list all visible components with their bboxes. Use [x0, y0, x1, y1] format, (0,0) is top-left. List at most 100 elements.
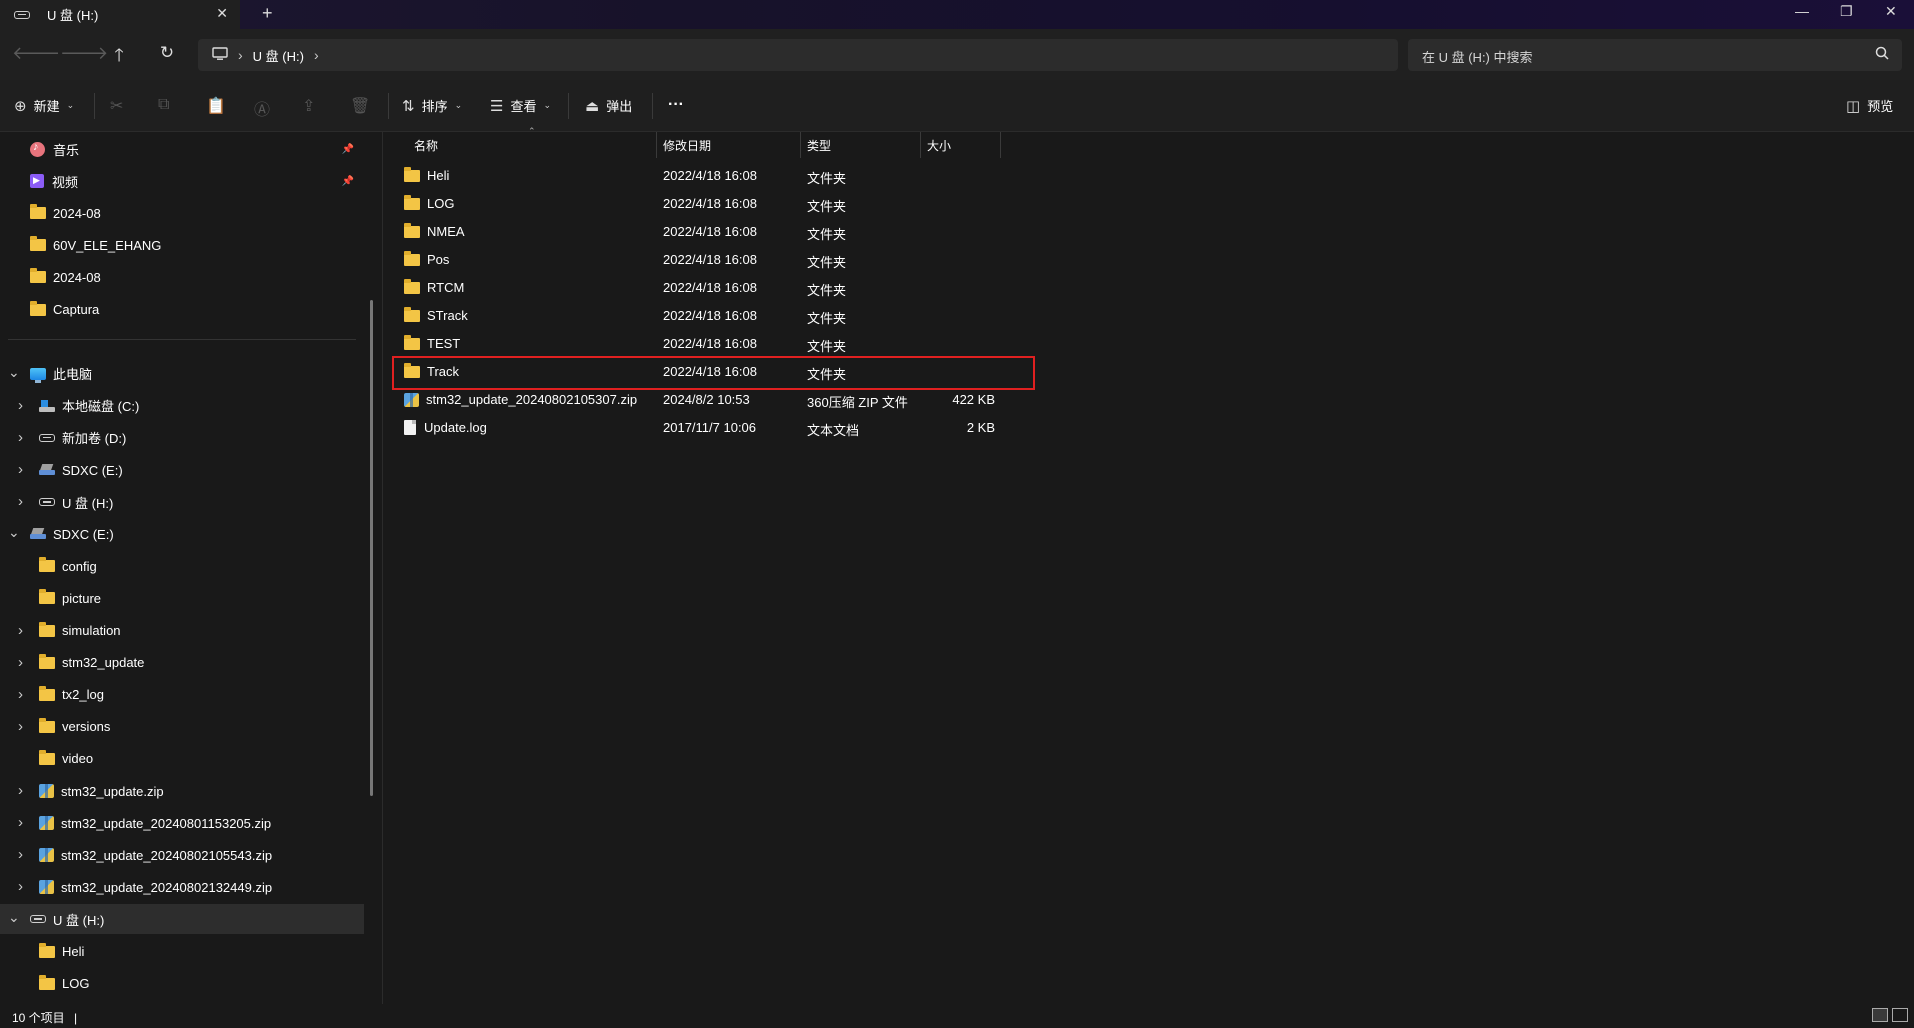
sidebar-item-this-pc[interactable]: ⌄ 此电脑 — [0, 359, 364, 389]
new-button[interactable]: ⊕ 新建 ⌄ — [14, 96, 74, 115]
pc-icon — [30, 367, 46, 383]
chevron-right-icon[interactable]: › — [18, 718, 23, 735]
sidebar-item-sdxc-child[interactable]: › tx2_log — [0, 680, 364, 710]
file-row[interactable]: Update.log 2017/11/7 10:06 文本文档 2 KB — [384, 414, 1004, 442]
column-divider[interactable] — [920, 132, 921, 158]
sidebar-item-sdxc-child[interactable]: › stm32_update.zip — [0, 776, 364, 806]
chevron-right-icon[interactable]: › — [18, 429, 23, 446]
file-row[interactable]: NMEA 2022/4/18 16:08 文件夹 — [384, 218, 1004, 246]
column-header-type[interactable]: 类型 — [807, 132, 831, 158]
chevron-right-icon[interactable]: › — [18, 654, 23, 671]
sidebar-item-u-disk[interactable]: ⌄ U 盘 (H:) — [0, 904, 364, 935]
status-bar: 10 个项目 | — [0, 1004, 1914, 1028]
chevron-right-icon[interactable]: › — [18, 493, 23, 510]
sidebar-quick-item[interactable]: 2024-08 — [0, 262, 364, 292]
file-row[interactable]: Heli 2022/4/18 16:08 文件夹 — [384, 162, 1004, 190]
tiles-view-icon[interactable] — [1892, 1008, 1908, 1022]
column-header-size[interactable]: 大小 — [927, 132, 951, 158]
column-divider[interactable] — [800, 132, 801, 158]
sidebar-item-sdxc[interactable]: ⌄ SDXC (E:) — [0, 519, 364, 549]
sidebar-item-drive[interactable]: › 新加卷 (D:) — [0, 423, 364, 453]
sidebar-item-sdxc-child[interactable]: video — [0, 744, 364, 774]
sidebar-item-u-disk-child[interactable]: LOG — [0, 969, 364, 999]
address-row: 🡐 🡒 🡑 ↻ › U 盘 (H:) › 在 U 盘 (H:) 中搜索 — [0, 29, 1914, 80]
new-tab-button[interactable]: + — [262, 3, 273, 24]
chevron-right-icon[interactable]: › — [18, 782, 23, 799]
sidebar-item-drive[interactable]: › SDXC (E:) — [0, 455, 364, 485]
folder-icon — [39, 717, 55, 733]
cut-icon[interactable]: ✂ — [110, 96, 123, 116]
chevron-down-icon: ⌄ — [454, 100, 463, 110]
up-button[interactable]: 🡑 — [107, 43, 131, 73]
sidebar-item-sdxc-child[interactable]: › simulation — [0, 616, 364, 646]
sidebar-item-u-disk-child[interactable]: Heli — [0, 937, 364, 967]
column-header-name[interactable]: 名称 — [414, 132, 438, 158]
chevron-right-icon[interactable]: › — [18, 846, 23, 863]
paste-icon[interactable]: 📋 — [206, 96, 226, 116]
breadcrumb-chevron-icon[interactable]: › — [314, 47, 319, 63]
more-options-button[interactable]: ··· — [668, 96, 684, 114]
details-view-icon[interactable] — [1872, 1008, 1888, 1022]
file-row[interactable]: LOG 2022/4/18 16:08 文件夹 — [384, 190, 1004, 218]
sidebar-item-drive[interactable]: › U 盘 (H:) — [0, 487, 364, 517]
file-row[interactable]: Pos 2022/4/18 16:08 文件夹 — [384, 246, 1004, 274]
file-row[interactable]: TEST 2022/4/18 16:08 文件夹 — [384, 330, 1004, 358]
restore-button[interactable]: ❐ — [1840, 3, 1853, 20]
chevron-right-icon[interactable]: › — [18, 686, 23, 703]
sidebar-item-sdxc-child[interactable]: › stm32_update_20240802132449.zip — [0, 872, 364, 902]
sidebar-quick-item[interactable]: 60V_ELE_EHANG — [0, 230, 364, 260]
sidebar-item-sdxc-child[interactable]: › stm32_update_20240802105543.zip — [0, 840, 364, 870]
chevron-right-icon[interactable]: › — [18, 461, 23, 478]
sidebar-quick-item[interactable]: Captura — [0, 295, 364, 325]
column-divider[interactable] — [656, 132, 657, 158]
sidebar-item-sdxc-child[interactable]: › versions — [0, 712, 364, 742]
sidebar-quick-item[interactable]: 2024-08 — [0, 198, 364, 228]
address-bar[interactable]: › U 盘 (H:) › — [198, 39, 1398, 71]
chevron-right-icon[interactable]: › — [18, 878, 23, 895]
pane-divider[interactable] — [382, 132, 383, 1004]
chevron-down-icon[interactable]: ⌄ — [8, 524, 20, 541]
tab-u-disk[interactable]: U 盘 (H:) ✕ — [0, 0, 240, 29]
sidebar-item-drive[interactable]: › 本地磁盘 (C:) — [0, 391, 364, 421]
delete-icon[interactable]: 🗑 — [350, 96, 370, 116]
search-input[interactable]: 在 U 盘 (H:) 中搜索 — [1408, 39, 1902, 71]
back-button[interactable]: 🡐 — [12, 43, 60, 64]
sidebar-item-sdxc-child[interactable]: › stm32_update_20240801153205.zip — [0, 808, 364, 838]
minimize-button[interactable]: — — [1795, 3, 1809, 19]
chevron-right-icon[interactable]: › — [18, 814, 23, 831]
breadcrumb-u-disk[interactable]: U 盘 (H:) — [253, 46, 304, 65]
column-divider[interactable] — [1000, 132, 1001, 158]
sort-button[interactable]: ⇅ 排序 ⌄ — [402, 96, 462, 115]
copy-icon[interactable]: ⧉ — [158, 96, 169, 114]
sidebar-quick-item[interactable]: 视频 📌 — [0, 166, 364, 196]
chevron-down-icon[interactable]: ⌄ — [8, 364, 20, 381]
view-button[interactable]: ☰ 查看 ⌄ — [490, 96, 551, 115]
share-icon[interactable]: ⇪ — [302, 96, 315, 116]
breadcrumb-chevron-icon[interactable]: › — [238, 47, 243, 63]
file-row[interactable]: RTCM 2022/4/18 16:08 文件夹 — [384, 274, 1004, 302]
column-header-date[interactable]: 修改日期 — [663, 132, 711, 158]
chevron-right-icon[interactable]: › — [18, 622, 23, 639]
file-name: RTCM — [427, 280, 465, 295]
sidebar-quick-item[interactable]: 音乐 📌 — [0, 134, 364, 164]
sidebar-item-sdxc-child[interactable]: config — [0, 551, 364, 581]
chevron-right-icon[interactable]: › — [18, 397, 23, 414]
sidebar-item-sdxc-child[interactable]: picture — [0, 583, 364, 613]
search-placeholder: 在 U 盘 (H:) 中搜索 — [1422, 50, 1533, 65]
close-window-button[interactable]: ✕ — [1885, 3, 1897, 20]
file-date: 2022/4/18 16:08 — [663, 280, 757, 295]
refresh-button[interactable]: ↻ — [155, 43, 179, 63]
preview-button[interactable]: ◫ 预览 — [1846, 96, 1893, 115]
divider — [388, 93, 389, 119]
rename-icon[interactable]: Ⓐ — [254, 96, 270, 120]
pin-icon: 📌 — [341, 143, 354, 155]
command-bar: ⊕ 新建 ⌄ ✂ ⧉ 📋 Ⓐ ⇪ 🗑 ⇅ 排序 ⌄ ☰ 查看 ⌄ ⏏ 弹出 ··… — [0, 80, 1914, 132]
file-row[interactable]: STrack 2022/4/18 16:08 文件夹 — [384, 302, 1004, 330]
sidebar-scrollbar[interactable] — [370, 300, 373, 796]
file-row[interactable]: stm32_update_20240802105307.zip 2024/8/2 … — [384, 386, 1004, 414]
forward-button[interactable]: 🡒 — [60, 43, 108, 64]
tab-close-button[interactable]: ✕ — [216, 5, 228, 22]
chevron-down-icon[interactable]: ⌄ — [8, 909, 20, 926]
sidebar-item-sdxc-child[interactable]: › stm32_update — [0, 648, 364, 678]
eject-button[interactable]: ⏏ 弹出 — [585, 96, 632, 115]
